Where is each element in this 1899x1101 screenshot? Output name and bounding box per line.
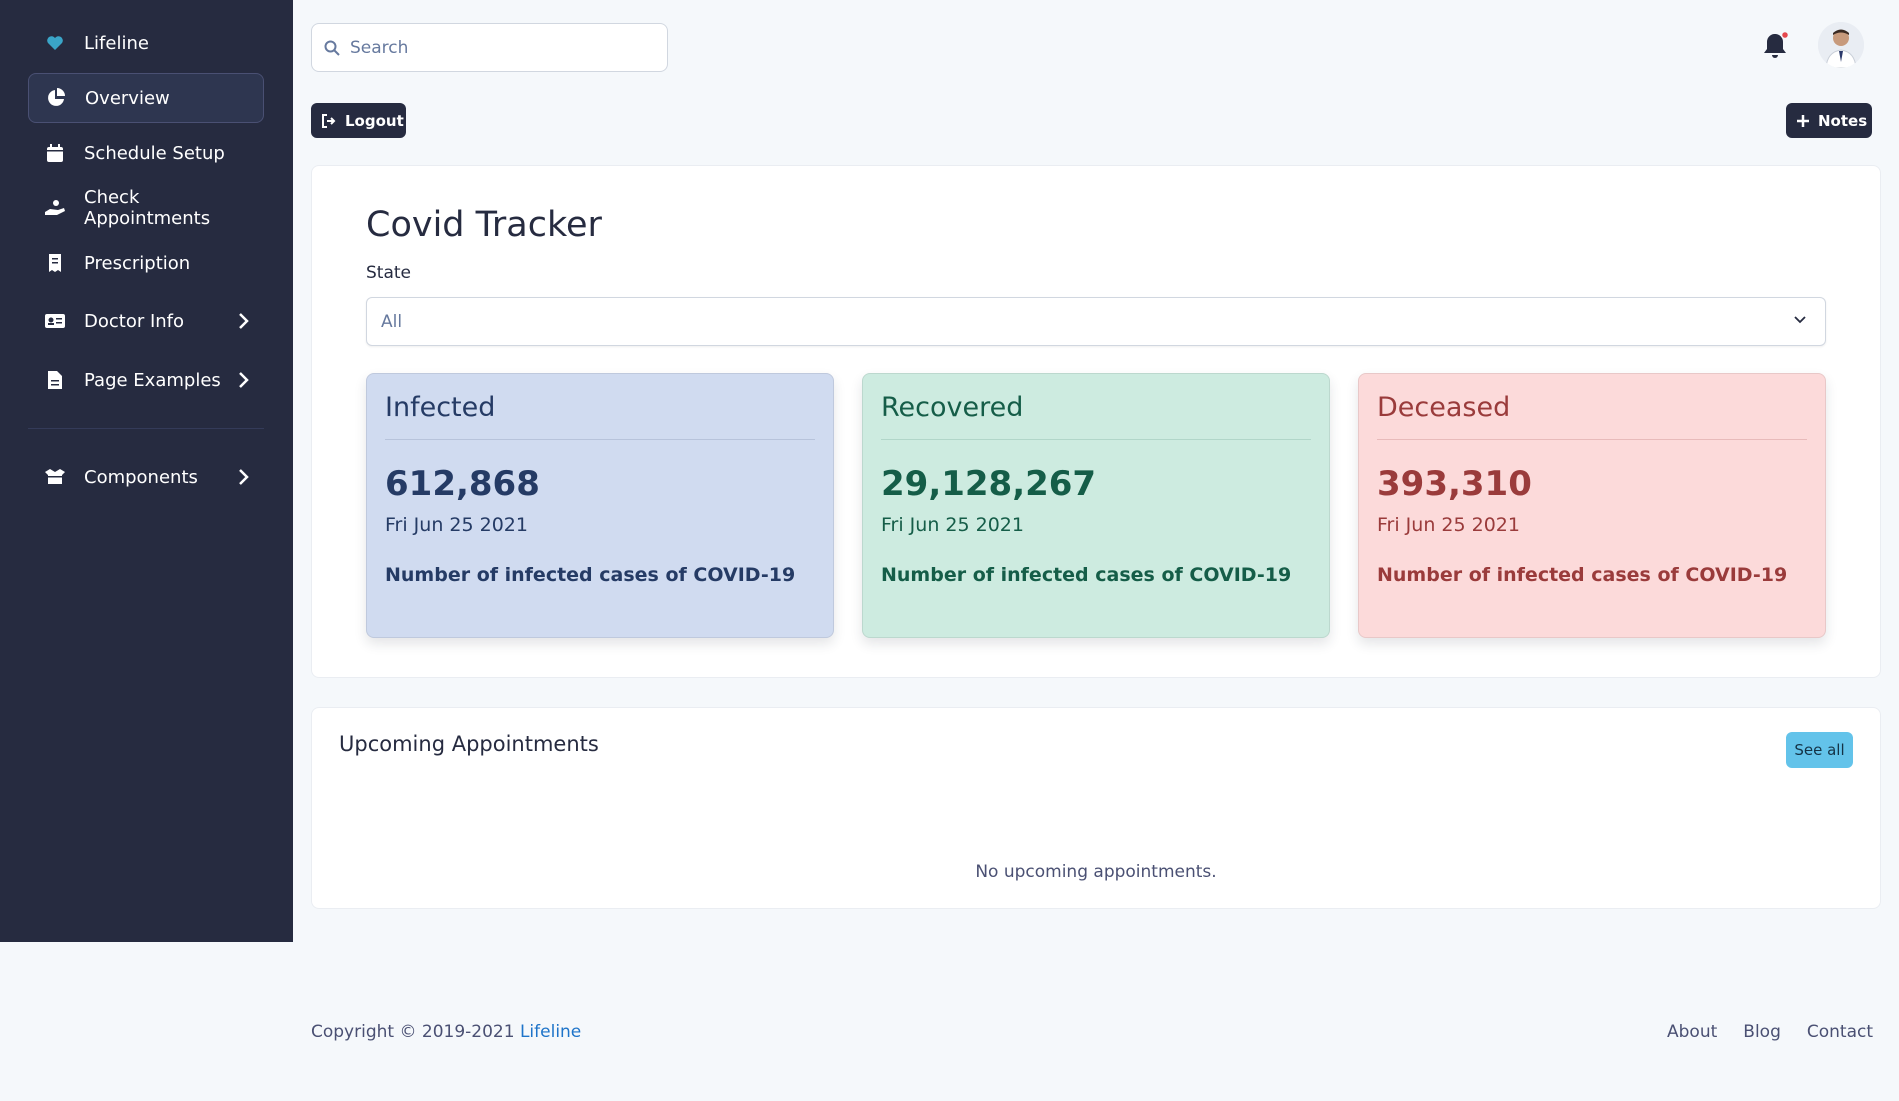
search-input[interactable] — [350, 37, 650, 58]
card-date: Fri Jun 25 2021 — [1377, 514, 1520, 536]
footer-brand-link[interactable]: Lifeline — [520, 1022, 581, 1042]
footer-link-blog[interactable]: Blog — [1743, 1022, 1781, 1042]
sidebar-item-label: Schedule Setup — [84, 142, 225, 164]
calendar-icon — [44, 142, 66, 164]
sidebar-brand[interactable]: Lifeline — [28, 18, 264, 68]
notes-button[interactable]: Notes — [1786, 103, 1872, 138]
chevron-right-icon — [239, 313, 249, 329]
user-avatar[interactable] — [1818, 22, 1864, 68]
chevron-right-icon — [239, 372, 249, 388]
card-value: 393,310 — [1377, 464, 1532, 504]
card-date: Fri Jun 25 2021 — [881, 514, 1024, 536]
footer-copyright: Copyright © 2019-2021 Lifeline — [311, 1022, 581, 1042]
card-title: Recovered — [881, 392, 1311, 440]
hand-holding-icon — [44, 197, 66, 219]
sidebar-item-overview[interactable]: Overview — [28, 73, 264, 123]
footer-link-about[interactable]: About — [1667, 1022, 1717, 1042]
state-select-value: All — [381, 311, 403, 332]
footer-links: About Blog Contact — [1667, 1022, 1873, 1042]
sidebar-item-components[interactable]: Components — [28, 452, 264, 502]
logout-button[interactable]: Logout — [311, 103, 406, 138]
id-card-icon — [44, 310, 66, 332]
box-open-icon — [44, 466, 66, 488]
page-title: Covid Tracker — [366, 205, 602, 245]
sidebar-item-label: Doctor Info — [84, 310, 185, 332]
card-description: Number of infected cases of COVID-19 — [1377, 564, 1788, 586]
sidebar-brand-label: Lifeline — [84, 32, 149, 54]
sidebar-item-prescription[interactable]: Prescription — [28, 238, 264, 288]
notes-label: Notes — [1818, 111, 1868, 130]
file-icon — [44, 369, 66, 391]
search-box[interactable] — [311, 23, 668, 72]
receipt-icon — [44, 252, 66, 274]
card-value: 612,868 — [385, 464, 540, 504]
sidebar: Lifeline Overview Schedule Setup Check A… — [0, 0, 293, 942]
heart-icon — [44, 32, 66, 54]
plus-icon — [1796, 114, 1810, 128]
appointments-title: Upcoming Appointments — [339, 732, 599, 756]
sidebar-item-check-appointments[interactable]: Check Appointments — [28, 183, 264, 233]
sidebar-item-page-examples[interactable]: Page Examples — [28, 355, 264, 405]
empty-state-text: No upcoming appointments. — [975, 862, 1217, 882]
card-title: Infected — [385, 392, 815, 440]
card-date: Fri Jun 25 2021 — [385, 514, 528, 536]
sidebar-item-label: Prescription — [84, 252, 191, 274]
chevron-down-icon — [1794, 316, 1806, 324]
sidebar-item-doctor-info[interactable]: Doctor Info — [28, 296, 264, 346]
pie-chart-icon — [45, 87, 67, 109]
recovered-card: Recovered 29,128,267 Fri Jun 25 2021 Num… — [862, 373, 1330, 638]
state-select[interactable]: All — [366, 297, 1826, 346]
notification-dot — [1780, 30, 1790, 40]
avatar-image — [1818, 22, 1864, 68]
infected-card: Infected 612,868 Fri Jun 25 2021 Number … — [366, 373, 834, 638]
search-icon — [324, 40, 340, 56]
bell-icon — [1764, 30, 1790, 58]
sign-out-icon — [321, 113, 337, 128]
card-title: Deceased — [1377, 392, 1807, 440]
notification-button[interactable] — [1762, 30, 1790, 60]
sidebar-divider — [28, 428, 264, 429]
logout-label: Logout — [345, 111, 404, 130]
card-description: Number of infected cases of COVID-19 — [385, 564, 796, 586]
card-description: Number of infected cases of COVID-19 — [881, 564, 1292, 586]
sidebar-item-label: Overview — [85, 87, 170, 109]
copyright-text: Copyright © 2019-2021 — [311, 1022, 520, 1042]
sidebar-item-schedule-setup[interactable]: Schedule Setup — [28, 128, 264, 178]
chevron-right-icon — [239, 469, 249, 485]
state-label: State — [366, 263, 411, 283]
see-all-button[interactable]: See all — [1786, 732, 1853, 768]
deceased-card: Deceased 393,310 Fri Jun 25 2021 Number … — [1358, 373, 1826, 638]
footer-link-contact[interactable]: Contact — [1807, 1022, 1873, 1042]
card-value: 29,128,267 — [881, 464, 1097, 504]
sidebar-item-label: Components — [84, 466, 198, 488]
sidebar-item-label: Check Appointments — [84, 187, 211, 229]
sidebar-item-label: Page Examples — [84, 369, 221, 391]
